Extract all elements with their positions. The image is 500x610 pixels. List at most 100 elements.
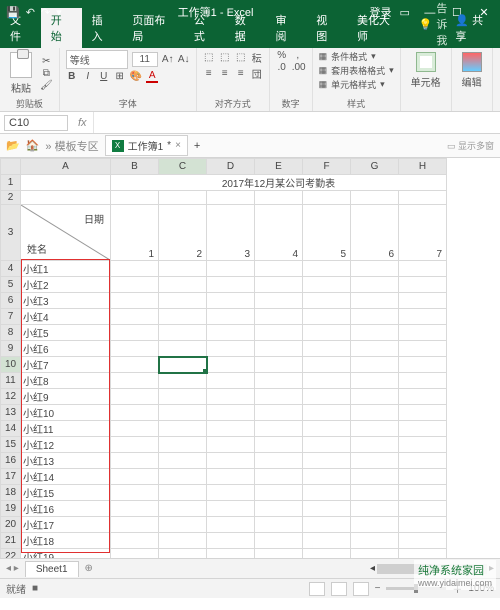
diagonal-header-cell[interactable]: 日期姓名 bbox=[21, 205, 111, 261]
cell[interactable] bbox=[399, 405, 447, 421]
cell[interactable] bbox=[303, 533, 351, 549]
cell[interactable] bbox=[399, 389, 447, 405]
macro-record-icon[interactable]: ■ bbox=[32, 583, 38, 594]
cell[interactable] bbox=[111, 453, 159, 469]
cell[interactable] bbox=[255, 341, 303, 357]
border-icon[interactable]: ⊞ bbox=[114, 71, 126, 82]
align-right-icon[interactable]: ≡ bbox=[235, 68, 247, 79]
cells-button[interactable]: 单元格 bbox=[407, 50, 445, 91]
cell[interactable] bbox=[255, 389, 303, 405]
cell[interactable] bbox=[399, 357, 447, 373]
cell[interactable] bbox=[21, 175, 111, 191]
add-tab-icon[interactable]: + bbox=[194, 140, 200, 152]
cell[interactable] bbox=[159, 373, 207, 389]
row-header[interactable]: 16 bbox=[1, 453, 21, 469]
cell[interactable] bbox=[255, 309, 303, 325]
tell-me[interactable]: 💡 告诉我 bbox=[409, 0, 448, 48]
row-header[interactable]: 3 bbox=[1, 205, 21, 261]
column-number-cell[interactable]: 5 bbox=[303, 205, 351, 261]
cell[interactable] bbox=[399, 309, 447, 325]
row-header[interactable]: 12 bbox=[1, 389, 21, 405]
cell[interactable] bbox=[111, 517, 159, 533]
cell[interactable] bbox=[159, 501, 207, 517]
cell[interactable] bbox=[159, 549, 207, 559]
cell[interactable] bbox=[399, 261, 447, 277]
zoom-out-icon[interactable]: − bbox=[375, 583, 381, 594]
name-cell[interactable]: 小红2 bbox=[21, 277, 111, 293]
column-header[interactable]: H bbox=[399, 159, 447, 175]
font-color-icon[interactable]: A bbox=[146, 70, 158, 83]
cell[interactable] bbox=[207, 485, 255, 501]
cell[interactable] bbox=[399, 373, 447, 389]
cell[interactable] bbox=[111, 485, 159, 501]
cell[interactable] bbox=[159, 293, 207, 309]
cell[interactable] bbox=[303, 469, 351, 485]
name-cell[interactable]: 小红8 bbox=[21, 373, 111, 389]
folder-icon[interactable]: 📂 bbox=[6, 139, 20, 152]
cell[interactable] bbox=[303, 485, 351, 501]
row-header[interactable]: 17 bbox=[1, 469, 21, 485]
cell[interactable] bbox=[111, 309, 159, 325]
qat-more-icon[interactable]: ▾ bbox=[56, 6, 62, 19]
row-header[interactable]: 11 bbox=[1, 373, 21, 389]
cell[interactable] bbox=[255, 261, 303, 277]
cell[interactable] bbox=[255, 373, 303, 389]
increase-decimal-icon[interactable]: .0 bbox=[276, 62, 288, 73]
sheet-tab[interactable]: Sheet1 bbox=[25, 561, 79, 577]
worksheet-grid[interactable]: ABCDEFGH12017年12月某公司考勤表23日期姓名12345674小红1… bbox=[0, 158, 500, 558]
cell[interactable] bbox=[207, 373, 255, 389]
row-header[interactable]: 8 bbox=[1, 325, 21, 341]
column-number-cell[interactable]: 6 bbox=[351, 205, 399, 261]
redo-icon[interactable]: ↷ bbox=[41, 6, 50, 19]
row-header[interactable]: 22 bbox=[1, 549, 21, 559]
cell[interactable] bbox=[255, 293, 303, 309]
row-header[interactable]: 5 bbox=[1, 277, 21, 293]
cell[interactable] bbox=[159, 389, 207, 405]
name-cell[interactable]: 小红13 bbox=[21, 453, 111, 469]
row-header[interactable]: 4 bbox=[1, 261, 21, 277]
undo-icon[interactable]: ↶ bbox=[26, 6, 35, 19]
cell[interactable] bbox=[159, 261, 207, 277]
shrink-font-icon[interactable]: A↓ bbox=[178, 54, 190, 65]
cell[interactable] bbox=[303, 261, 351, 277]
font-name-combo[interactable]: 等线 bbox=[66, 50, 128, 69]
cell[interactable] bbox=[159, 277, 207, 293]
cell[interactable] bbox=[207, 325, 255, 341]
underline-button[interactable]: U bbox=[98, 71, 110, 82]
row-header[interactable]: 10 bbox=[1, 357, 21, 373]
cell[interactable] bbox=[303, 293, 351, 309]
cell[interactable] bbox=[207, 261, 255, 277]
name-cell[interactable]: 小红15 bbox=[21, 485, 111, 501]
cell[interactable] bbox=[303, 453, 351, 469]
cell[interactable] bbox=[303, 437, 351, 453]
format-painter-icon[interactable]: 🖌 bbox=[40, 80, 53, 91]
decrease-decimal-icon[interactable]: .00 bbox=[292, 62, 306, 73]
cell[interactable] bbox=[255, 469, 303, 485]
cell[interactable] bbox=[111, 405, 159, 421]
cell[interactable] bbox=[399, 469, 447, 485]
cell[interactable] bbox=[351, 357, 399, 373]
cell[interactable] bbox=[159, 453, 207, 469]
cell-styles-button[interactable]: ▦ 单元格样式▾ bbox=[319, 78, 394, 91]
cell[interactable] bbox=[303, 309, 351, 325]
cell[interactable] bbox=[207, 277, 255, 293]
cell[interactable] bbox=[303, 405, 351, 421]
cell[interactable] bbox=[111, 501, 159, 517]
grow-font-icon[interactable]: A↑ bbox=[162, 54, 174, 65]
cell[interactable] bbox=[399, 277, 447, 293]
cell[interactable] bbox=[111, 533, 159, 549]
cell[interactable] bbox=[207, 191, 255, 205]
cell[interactable] bbox=[351, 293, 399, 309]
cell[interactable] bbox=[111, 469, 159, 485]
name-cell[interactable]: 小红4 bbox=[21, 309, 111, 325]
cell[interactable] bbox=[159, 341, 207, 357]
tab-review[interactable]: 审阅 bbox=[265, 8, 306, 48]
multi-window-button[interactable]: ▭ 显示多窗 bbox=[447, 139, 494, 152]
select-all-corner[interactable] bbox=[1, 159, 21, 175]
cell[interactable] bbox=[111, 293, 159, 309]
row-header[interactable]: 14 bbox=[1, 421, 21, 437]
cell[interactable] bbox=[303, 277, 351, 293]
cell[interactable] bbox=[351, 389, 399, 405]
cell[interactable] bbox=[351, 549, 399, 559]
cell[interactable] bbox=[351, 341, 399, 357]
